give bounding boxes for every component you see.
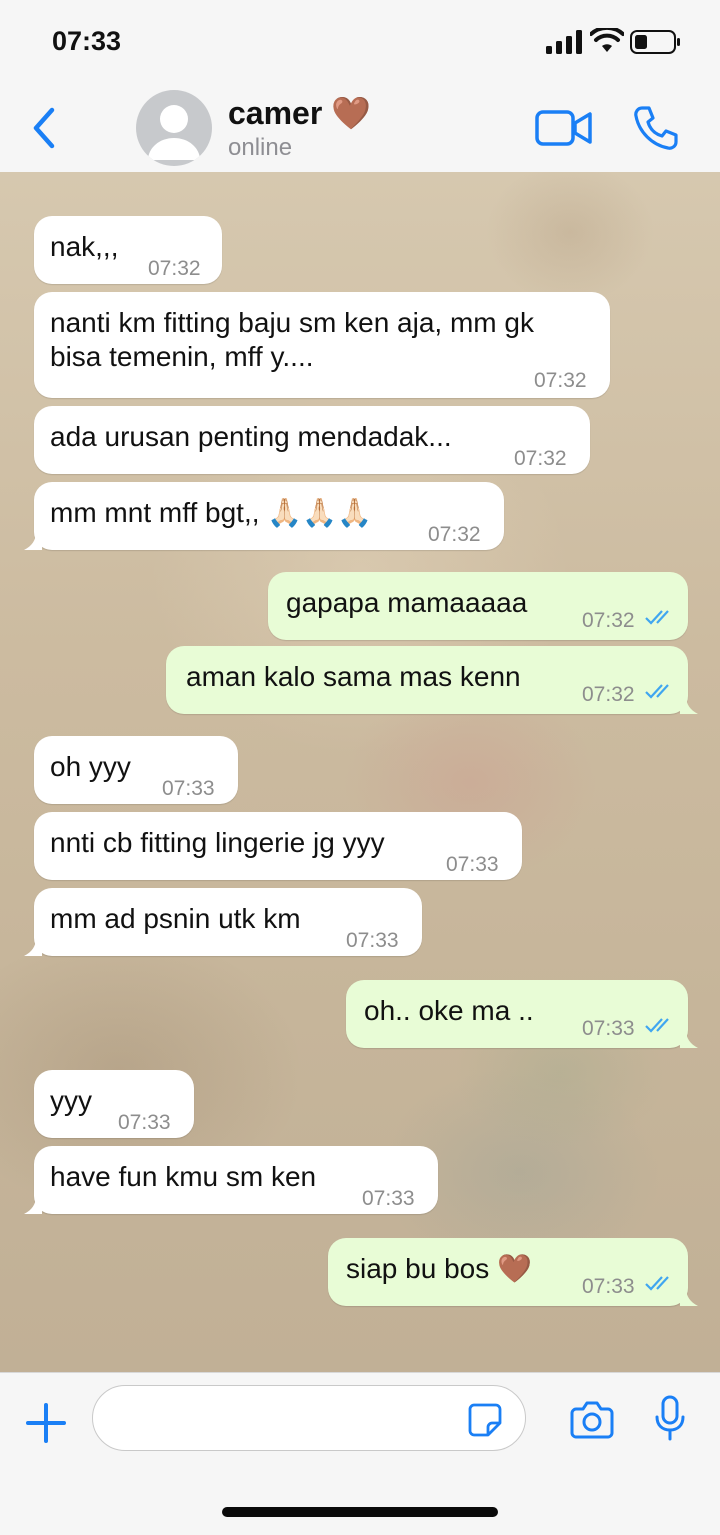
message-text: siap bu bos 🤎 bbox=[346, 1253, 532, 1284]
wifi-icon bbox=[590, 28, 624, 52]
status-bar: 07:33 bbox=[0, 0, 720, 84]
message-incoming[interactable]: nanti km fitting baju sm ken aja, mm gk … bbox=[34, 292, 610, 398]
message-incoming[interactable]: have fun kmu sm ken 07:33 bbox=[24, 1146, 438, 1214]
message-time: 07:32 bbox=[514, 447, 567, 470]
message-outgoing[interactable]: gapapa mamaaaaa 07:32 bbox=[268, 572, 688, 640]
bubble-tail bbox=[24, 1196, 42, 1214]
message-text: oh yyy bbox=[50, 751, 131, 782]
microphone-icon[interactable] bbox=[654, 1395, 686, 1443]
message-outgoing[interactable]: aman kalo sama mas kenn 07:32 bbox=[166, 646, 698, 714]
home-indicator bbox=[222, 1507, 498, 1517]
read-ticks-icon bbox=[645, 684, 669, 699]
phone-icon[interactable] bbox=[632, 104, 680, 152]
message-time: 07:33 bbox=[118, 1111, 171, 1134]
message-text: yyy bbox=[50, 1085, 92, 1116]
message-text: nnti cb fitting lingerie jg yyy bbox=[50, 827, 385, 858]
bubble-tail bbox=[24, 532, 42, 550]
message-time: 07:33 bbox=[346, 929, 399, 952]
message-text: gapapa mamaaaaa bbox=[286, 587, 528, 618]
contact-name[interactable]: camer 🤎 bbox=[228, 94, 371, 132]
message-incoming[interactable]: oh yyy 07:33 bbox=[34, 736, 238, 804]
message-time: 07:32 bbox=[148, 257, 201, 280]
message-incoming[interactable]: yyy 07:33 bbox=[34, 1070, 194, 1138]
bubble-tail bbox=[680, 1030, 698, 1048]
avatar-icon bbox=[148, 105, 200, 160]
message-time: 07:33 bbox=[162, 777, 215, 800]
message-time: 07:32 bbox=[534, 369, 587, 392]
battery-icon bbox=[630, 30, 680, 54]
message-incoming[interactable]: nnti cb fitting lingerie jg yyy 07:33 bbox=[34, 812, 522, 880]
message-text: aman kalo sama mas kenn bbox=[186, 661, 521, 692]
chat-area[interactable]: nak,,, 07:32 nanti km fitting baju sm ke… bbox=[0, 172, 720, 1372]
plus-icon[interactable] bbox=[24, 1401, 68, 1445]
message-time: 07:32 bbox=[582, 609, 635, 632]
message-text: nanti km fitting baju sm ken aja, mm gk … bbox=[50, 307, 534, 372]
contact-status: online bbox=[228, 134, 293, 161]
camera-icon[interactable] bbox=[570, 1399, 614, 1439]
sticker-icon[interactable] bbox=[468, 1403, 502, 1437]
message-text: ada urusan penting mendadak... bbox=[50, 421, 452, 452]
bubble-tail bbox=[24, 938, 42, 956]
read-ticks-icon bbox=[645, 610, 669, 625]
message-time: 07:33 bbox=[446, 853, 499, 876]
message-incoming[interactable]: mm mnt mff bgt,, 🙏🏻🙏🏻🙏🏻 07:32 bbox=[24, 482, 504, 550]
avatar[interactable] bbox=[136, 90, 212, 166]
read-ticks-icon bbox=[645, 1018, 669, 1033]
message-time: 07:32 bbox=[582, 683, 635, 706]
message-input[interactable] bbox=[92, 1385, 526, 1451]
message-text: oh.. oke ma .. bbox=[364, 995, 534, 1026]
message-time: 07:33 bbox=[362, 1187, 415, 1210]
read-ticks-icon bbox=[645, 1276, 669, 1291]
bubble-tail bbox=[680, 696, 698, 714]
input-bar bbox=[0, 1372, 720, 1535]
status-time: 07:33 bbox=[52, 26, 122, 56]
chat-header: camer 🤎 online bbox=[0, 84, 720, 173]
message-outgoing[interactable]: siap bu bos 🤎 07:33 bbox=[328, 1238, 698, 1306]
message-incoming[interactable]: ada urusan penting mendadak... 07:32 bbox=[34, 406, 590, 474]
message-incoming[interactable]: mm ad psnin utk km 07:33 bbox=[24, 888, 422, 956]
video-call-icon[interactable] bbox=[534, 106, 594, 150]
signal-icon bbox=[546, 30, 582, 54]
message-incoming[interactable]: nak,,, 07:32 bbox=[34, 216, 222, 284]
message-time: 07:33 bbox=[582, 1275, 635, 1298]
message-text: mm mnt mff bgt,, 🙏🏻🙏🏻🙏🏻 bbox=[50, 497, 372, 528]
message-time: 07:33 bbox=[582, 1017, 635, 1040]
message-outgoing[interactable]: oh.. oke ma .. 07:33 bbox=[346, 980, 698, 1048]
message-text: mm ad psnin utk km bbox=[50, 903, 301, 934]
message-time: 07:32 bbox=[428, 523, 481, 546]
message-text: have fun kmu sm ken bbox=[50, 1161, 317, 1192]
bubble-tail bbox=[680, 1288, 698, 1306]
back-icon[interactable] bbox=[26, 104, 62, 152]
message-text: nak,,, bbox=[50, 231, 119, 262]
